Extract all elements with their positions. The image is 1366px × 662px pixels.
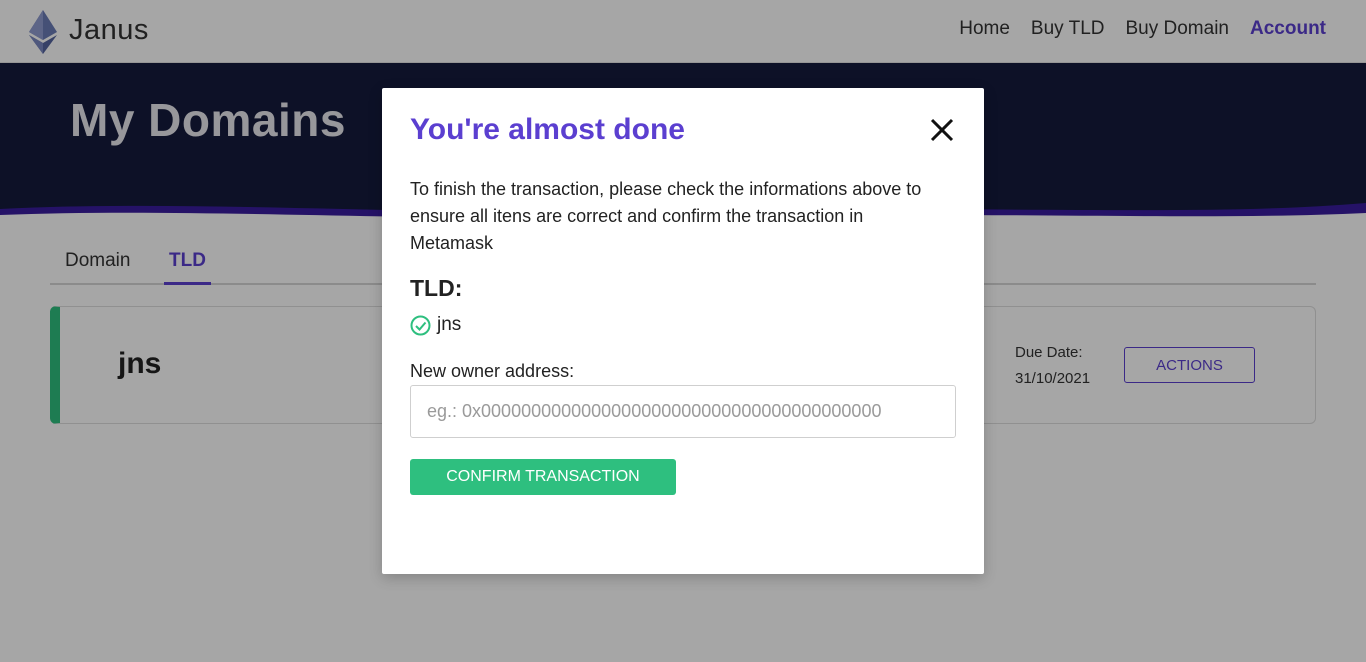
owner-address-input[interactable] <box>410 385 956 438</box>
owner-address-label: New owner address: <box>410 361 575 381</box>
modal-description: To finish the transaction, please check … <box>410 179 922 253</box>
close-icon[interactable] <box>928 116 956 144</box>
check-circle-icon <box>410 315 431 335</box>
tld-item: jns <box>410 314 461 336</box>
tld-label: TLD: <box>410 275 463 301</box>
confirm-transaction-button[interactable]: CONFIRM TRANSACTION <box>410 459 676 495</box>
modal-title: You're almost done <box>410 113 685 146</box>
confirm-transaction-modal: You're almost done To finish the transac… <box>382 88 984 574</box>
tld-item-label: jns <box>437 314 462 335</box>
